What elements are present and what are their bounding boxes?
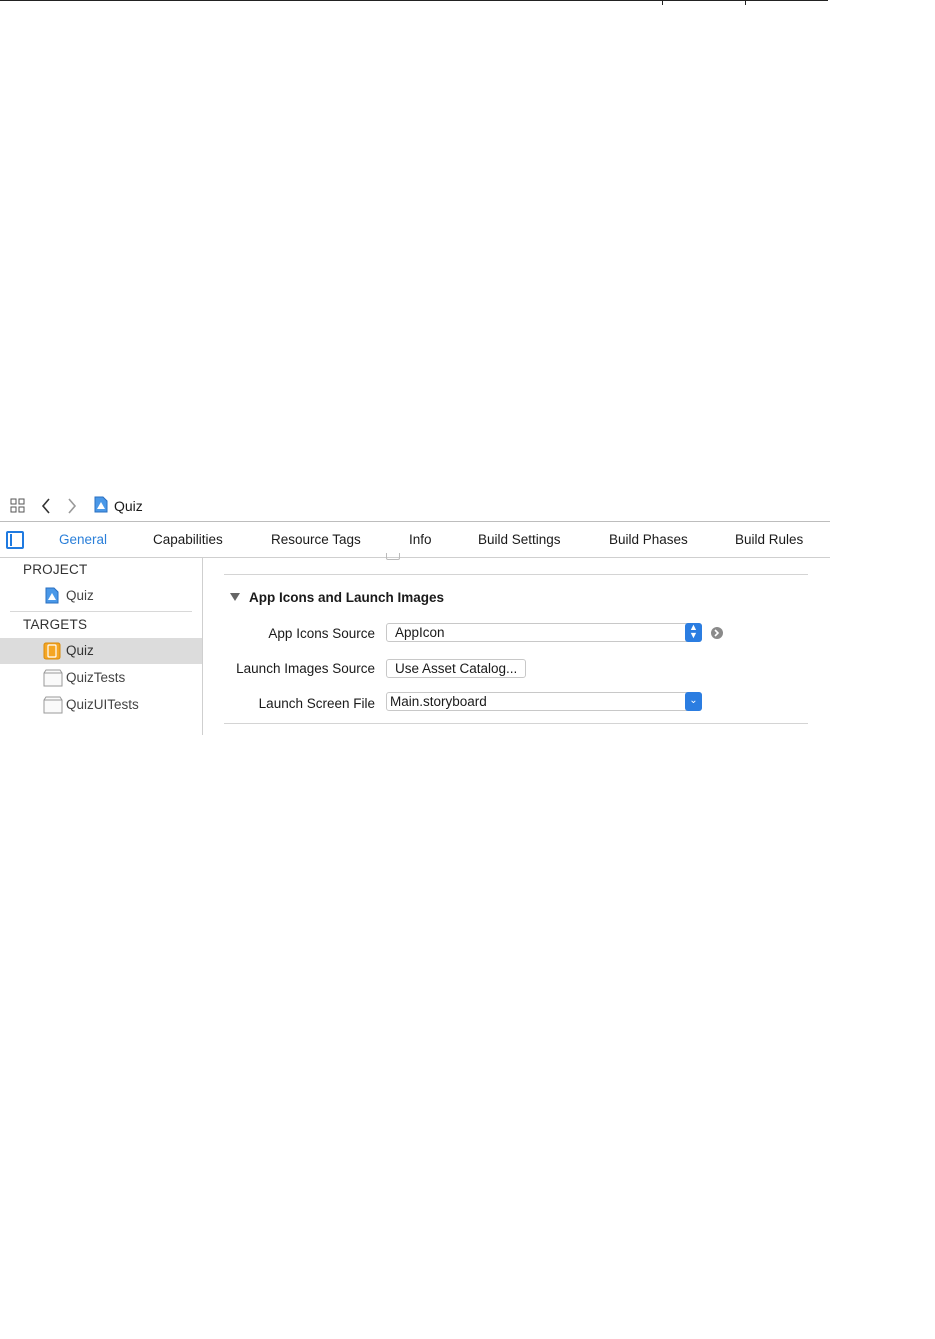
go-to-asset-arrow-icon[interactable] — [711, 627, 723, 639]
tab-build-phases[interactable]: Build Phases — [609, 532, 688, 547]
section-divider — [224, 723, 808, 724]
tab-info[interactable]: Info — [409, 532, 432, 547]
forward-chevron-icon[interactable] — [66, 498, 78, 519]
targets-section-header: TARGETS — [23, 617, 88, 632]
top-rule-tick — [662, 0, 663, 5]
up-down-arrows-icon: ▲ ▼ — [685, 623, 702, 642]
app-icons-source-popup[interactable]: AppIcon ▲ ▼ — [386, 623, 702, 642]
jump-bar: Quiz — [0, 492, 830, 520]
general-settings-pane: App Icons and Launch Images App Icons So… — [203, 553, 830, 735]
use-asset-catalog-button[interactable]: Use Asset Catalog... — [386, 659, 527, 678]
chevron-down-icon: ⌄ — [685, 692, 702, 711]
tab-build-settings[interactable]: Build Settings — [478, 532, 561, 547]
project-file-icon — [94, 496, 108, 516]
section-title: App Icons and Launch Images — [249, 590, 445, 605]
related-items-grid-icon[interactable] — [10, 498, 26, 519]
project-file-icon — [45, 587, 59, 607]
launch-screen-file-combo[interactable]: Main.storyboard ⌄ — [386, 692, 702, 711]
sidebar-item-label: QuizUITests — [66, 697, 139, 712]
top-rule-tick — [745, 0, 746, 5]
breadcrumb-project-name: Quiz — [114, 498, 143, 514]
sidebar-item-label: Quiz — [66, 588, 94, 603]
section-divider — [224, 574, 808, 575]
launch-screen-file-label: Launch Screen File — [258, 696, 375, 711]
editor-tab-bar: General Capabilities Resource Tags Info … — [0, 521, 830, 558]
project-section-header: PROJECT — [23, 562, 88, 577]
launch-images-source-label: Launch Images Source — [236, 661, 375, 676]
disclosure-triangle-icon[interactable] — [230, 593, 240, 601]
test-bundle-icon — [43, 696, 63, 717]
clipped-checkbox[interactable] — [386, 553, 400, 560]
popup-value: AppIcon — [395, 625, 445, 640]
test-bundle-icon — [43, 669, 63, 690]
sidebar-item-label: Quiz — [66, 643, 94, 658]
sidebar-toggle-icon[interactable] — [6, 531, 24, 549]
tab-general[interactable]: General — [59, 532, 107, 547]
app-target-icon — [43, 642, 61, 663]
tab-resource-tags[interactable]: Resource Tags — [271, 532, 361, 547]
sidebar-item-target-quizuitests[interactable]: QuizUITests — [0, 692, 202, 718]
app-icons-source-label: App Icons Source — [268, 626, 375, 641]
tab-capabilities[interactable]: Capabilities — [153, 532, 223, 547]
breadcrumb[interactable]: Quiz — [94, 496, 143, 516]
sidebar-item-label: QuizTests — [66, 670, 126, 685]
tab-build-rules[interactable]: Build Rules — [735, 532, 803, 547]
sidebar-item-project-quiz[interactable]: Quiz — [0, 583, 202, 609]
divider — [10, 611, 192, 612]
combo-value: Main.storyboard — [390, 694, 487, 709]
back-chevron-icon[interactable] — [40, 498, 52, 519]
top-rule — [0, 0, 828, 1]
sidebar-item-target-quiztests[interactable]: QuizTests — [0, 665, 202, 691]
project-navigator: PROJECT Quiz TARGETS Quiz QuizTests Quiz… — [0, 557, 203, 735]
sidebar-item-target-quiz[interactable]: Quiz — [0, 638, 202, 664]
